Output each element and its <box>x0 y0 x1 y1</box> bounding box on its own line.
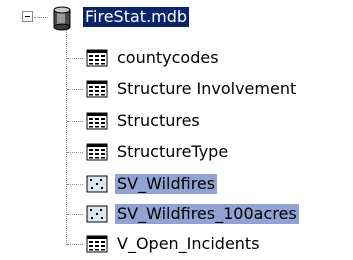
point-feature-class-icon <box>86 205 108 223</box>
tree-item-label: StructureType <box>117 142 229 161</box>
point-feature-class-icon <box>86 175 108 193</box>
tree-item-countycodes[interactable]: countycodes <box>86 47 221 69</box>
tree-item-label: V_Open_Incidents <box>117 234 260 253</box>
tree-item-label: countycodes <box>117 48 219 67</box>
tree-item-label: SV_Wildfires_100acres <box>115 204 299 224</box>
tree-vertical-line <box>66 30 67 245</box>
table-icon <box>86 49 108 67</box>
collapse-toggle-icon[interactable] <box>22 11 33 22</box>
database-icon <box>53 6 71 31</box>
tree-item-structure-involvement[interactable]: Structure Involvement <box>86 78 298 100</box>
tree-item-sv-wildfires-100acres[interactable]: SV_Wildfires_100acres <box>86 203 299 225</box>
tree-item-label: Structures <box>117 111 200 130</box>
tree-item-label: SV_Wildfires <box>115 174 218 194</box>
table-icon <box>86 80 108 98</box>
table-icon <box>86 235 108 253</box>
table-icon <box>86 143 108 161</box>
catalog-tree: FireStat.mdb countycodes Structure Invol… <box>0 0 353 260</box>
tree-item-label: Structure Involvement <box>117 79 297 98</box>
tree-item-v-open-incidents[interactable]: V_Open_Incidents <box>86 233 262 255</box>
table-icon <box>86 112 108 130</box>
database-name[interactable]: FireStat.mdb <box>83 7 190 27</box>
tree-item-structures[interactable]: Structures <box>86 110 202 132</box>
tree-item-sv-wildfires[interactable]: SV_Wildfires <box>86 173 218 195</box>
tree-root-connector <box>34 17 48 18</box>
tree-item-structuretype[interactable]: StructureType <box>86 141 230 163</box>
